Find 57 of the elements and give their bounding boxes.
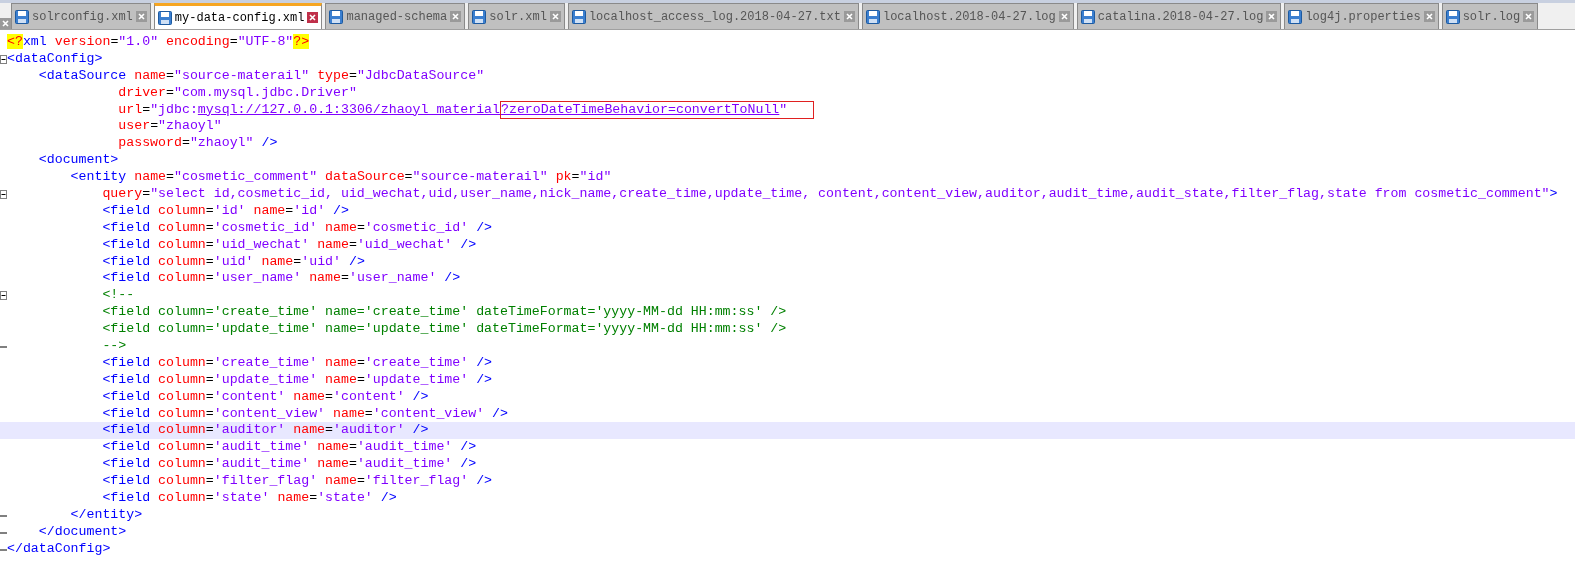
code-line: <field column='update_time' name='update_time' /> [101,371,493,389]
code-line: driver="com.mysql.jdbc.Driver" [117,84,357,102]
close-icon[interactable] [0,18,11,29]
code-line: <field column='auditor' name='auditor' /> [101,422,429,440]
close-icon[interactable] [307,12,319,23]
file-tab[interactable]: localhost_access_log.2018-04-27.txt [567,3,859,29]
file-tab[interactable]: solrconfig.xml [11,3,151,29]
code-line: <field column='update_time' name='update_time' dateTimeFormat='yyyy-MM-dd HH:mm:ss' /> [101,321,787,339]
code-line: <field column='create_time' name='create_time' dateTimeFormat='yyyy-MM-dd HH:mm:ss' /> [101,304,787,322]
close-icon[interactable] [1423,11,1435,22]
close-icon[interactable] [135,11,147,22]
code-line: <field column='cosmetic_id' name='cosmetic_id' /> [101,219,493,237]
code-line: </dataConfig> [7,540,111,558]
code-line: <document> [37,152,119,170]
code-line: <entity name="cosmetic_comment" dataSource="source-materail" pk="id" [69,169,612,186]
close-icon[interactable] [843,11,855,22]
code-line: <field column='user_name' name='user_name' /> [101,270,461,288]
code-line: url="jdbc:mysql://127.0.0.1:3306/zhaoyl_material?zeroDateTimeBehavior=convertToNull" [7,101,815,119]
file-tab[interactable]: solr.xml [468,3,565,29]
code-line: <field column='audit_time' name='audit_time' /> [101,439,477,457]
fold-toggle-icon[interactable] [0,291,7,301]
code-line: <!-- [101,287,135,305]
code-line: <field column='uid' name='uid' /> [101,253,365,271]
fold-toggle-icon[interactable] [0,54,7,64]
file-tab[interactable]: log4j.properties [1284,3,1439,29]
close-icon[interactable] [1523,11,1535,22]
code-line: --> [101,338,127,355]
close-icon[interactable] [1058,11,1070,22]
code-line: <dataSource name="source-materail" type="JdbcDataSource" [37,67,485,85]
close-icon[interactable] [450,11,462,22]
fold-toggle-icon[interactable] [0,190,7,199]
file-tab[interactable]: solr.log [1441,3,1539,29]
code-line: user="zhaoyl" [117,118,222,136]
code-line: <field column='filter_flag' name='filter_flag' /> [101,473,493,491]
code-line: <?xml version="1.0" encoding="UTF-8"?> [7,34,310,51]
code-line: <field column='content_view' name='content_view' /> [101,405,508,423]
code-line: </document> [37,523,127,541]
fold-end-icon[interactable] [0,531,7,534]
file-tab[interactable]: catalina.2018-04-27.log [1076,3,1282,29]
file-tab[interactable]: managed-schema [325,3,466,29]
file-tab[interactable]: my-data-config.xml [153,3,323,29]
fold-end-icon[interactable] [0,548,7,551]
close-icon[interactable] [1266,11,1278,22]
file-tab[interactable]: localhost.2018-04-27.log [861,3,1074,29]
code-line: <field column='content' name='content' /> [101,388,429,406]
fold-end-icon[interactable] [0,514,7,517]
code-line: password="zhaoyl" /> [117,135,278,153]
code-line: <dataConfig> [7,50,103,68]
fold-end-icon[interactable] [0,346,7,349]
code-line: <field column='id' name='id' /> [101,202,349,220]
code-line: <field column='create_time' name='create_time' /> [101,354,493,372]
code-line: <field column='state' name='state' /> [101,490,397,507]
close-icon[interactable] [549,11,561,22]
code-line: </entity> [69,506,143,524]
code-line: <field column='audit_time' name='audit_time' /> [101,456,477,474]
code-line: query="select id,cosmetic_id, uid_wechat,uid,user_name,nick_name,create_time,update_time, content,content_view,auditor,audit_time,audit_state,filter_flag,state from cosmetic_comment"> [101,186,1558,203]
code-line: <field column='uid_wechat' name='uid_wechat' /> [101,236,477,254]
